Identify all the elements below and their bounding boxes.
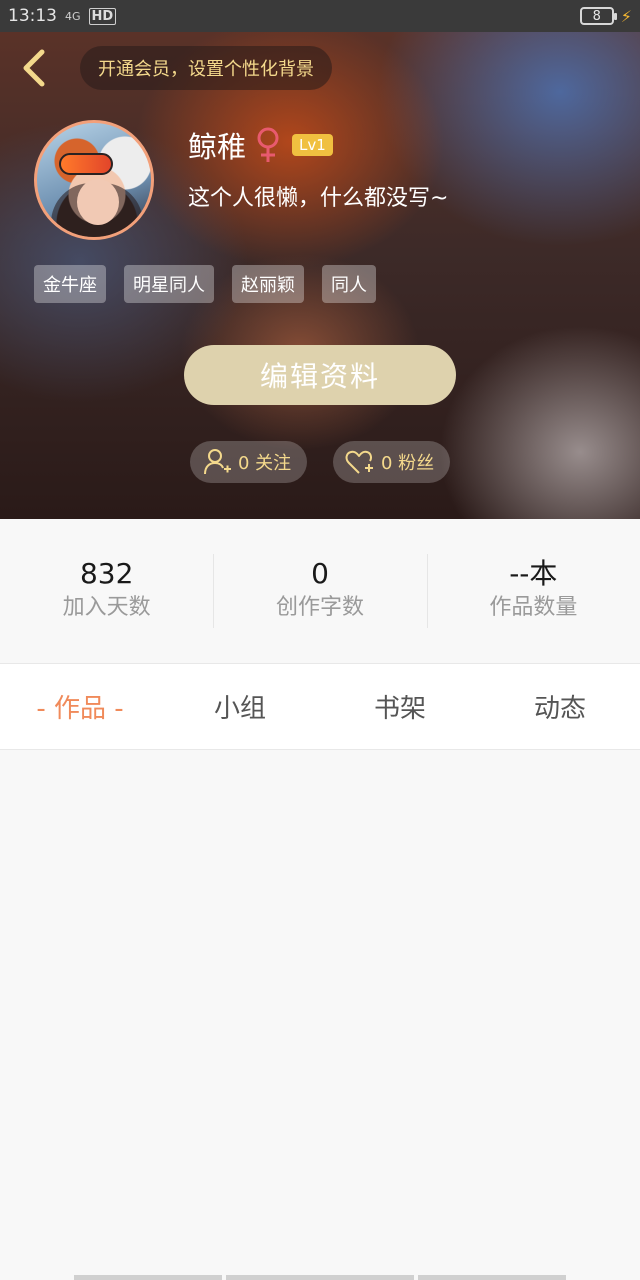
nickname: 鲸稚 xyxy=(188,130,247,164)
tab-works[interactable]: - 作品 - xyxy=(0,688,160,725)
tab-label: 作品 xyxy=(53,694,106,724)
tag-item[interactable]: 赵丽颖 xyxy=(232,265,304,303)
tab-bookshelf[interactable]: 书架 xyxy=(320,688,480,725)
stat-value: 832 xyxy=(79,557,134,590)
vip-background-banner[interactable]: 开通会员，设置个性化背景 xyxy=(80,46,332,90)
battery-indicator: 8 ⚡ xyxy=(579,6,632,26)
tab-groups[interactable]: 小组 xyxy=(160,688,320,725)
tag-list: 金牛座 明星同人 赵丽颖 同人 xyxy=(34,265,376,303)
signal-icon: 4G xyxy=(65,9,81,23)
stat-label: 加入天数 xyxy=(62,595,151,620)
stat-label: 创作字数 xyxy=(275,595,364,620)
tab-activity[interactable]: 动态 xyxy=(480,688,640,725)
tab-label: 动态 xyxy=(533,694,586,724)
nickname-row: 鲸稚 Lv1 xyxy=(188,124,333,166)
stat-join-days: 832 加入天数 xyxy=(0,554,213,628)
fans-count: 0 粉丝 xyxy=(381,453,435,474)
tab-content xyxy=(0,750,640,1280)
edit-profile-button[interactable]: 编辑资料 xyxy=(184,345,456,405)
profile-header: 开通会员，设置个性化背景 鲸稚 Lv1 这个人很懒，什么都没写~ 金牛座 明星同… xyxy=(0,32,640,519)
chevron-left-icon xyxy=(23,49,45,87)
tag-item[interactable]: 金牛座 xyxy=(34,265,106,303)
stat-word-count: 0 创作字数 xyxy=(213,554,426,628)
vip-banner-text: 开通会员，设置个性化背景 xyxy=(98,59,314,80)
tab-label: 小组 xyxy=(213,694,266,724)
profile-tabs: - 作品 - 小组 书架 动态 xyxy=(0,663,640,750)
heart-plus-icon xyxy=(345,450,373,474)
female-icon xyxy=(254,126,282,164)
hd-icon: HD xyxy=(88,7,117,25)
stat-value: --本 xyxy=(509,557,558,590)
fans-button[interactable]: 0 粉丝 xyxy=(333,441,450,483)
stat-label: 作品数量 xyxy=(489,595,578,620)
tag-item[interactable]: 同人 xyxy=(322,265,376,303)
stat-works-count: --本 作品数量 xyxy=(426,554,640,628)
status-left: 13:13 4G HD xyxy=(8,6,117,26)
status-time: 13:13 xyxy=(8,6,57,26)
stat-value: 0 xyxy=(311,557,329,590)
following-button[interactable]: 0 关注 xyxy=(190,441,307,483)
tag-item[interactable]: 明星同人 xyxy=(124,265,214,303)
charging-icon: ⚡ xyxy=(620,6,632,26)
following-count: 0 关注 xyxy=(238,453,292,474)
tab-label: 书架 xyxy=(373,694,426,724)
bottom-indicator xyxy=(74,1275,566,1280)
back-button[interactable] xyxy=(14,48,54,88)
level-badge: Lv1 xyxy=(292,134,333,156)
status-bar: 13:13 4G HD 8 ⚡ xyxy=(0,0,640,32)
follow-row: 0 关注 0 粉丝 xyxy=(190,441,450,483)
signature-text: 这个人很懒，什么都没写~ xyxy=(188,186,449,211)
stats-row: 832 加入天数 0 创作字数 --本 作品数量 xyxy=(0,519,640,663)
avatar[interactable] xyxy=(34,120,154,240)
add-user-icon xyxy=(204,449,231,475)
battery-icon: 8 xyxy=(579,7,617,25)
